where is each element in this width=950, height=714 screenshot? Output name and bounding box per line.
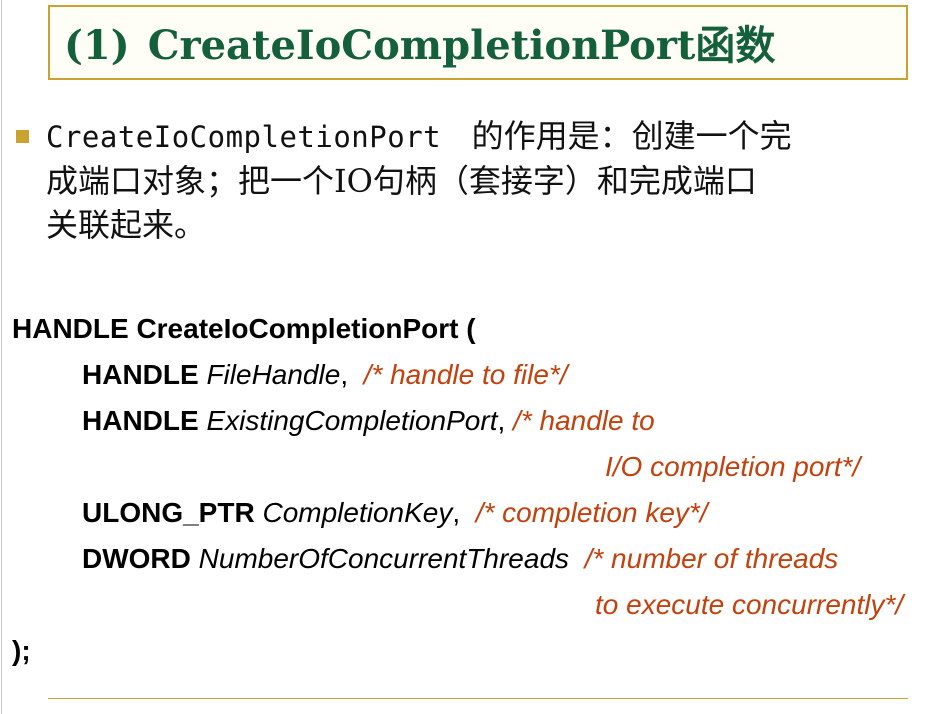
param-row: HANDLE FileHandle, /* handle to file*/ <box>82 359 568 391</box>
param-comment: /* handle to file*/ <box>363 359 568 390</box>
param-row: HANDLE ExistingCompletionPort, /* handle… <box>82 405 655 437</box>
bullet-square-icon <box>16 130 29 143</box>
title-number: (1) <box>64 22 130 69</box>
bottom-divider <box>48 698 908 699</box>
bullet-line-1: CreateIoCompletionPort 的作用是：创建一个完 <box>46 114 936 159</box>
bullet-line-1-rest: 的作用是：创建一个完 <box>471 117 792 155</box>
left-border-rule <box>1 0 2 714</box>
param-comment: /* completion key*/ <box>475 497 708 528</box>
param-type: HANDLE <box>82 359 199 390</box>
param-comment-continuation: I/O completion port*/ <box>605 451 861 482</box>
param-separator: , <box>340 359 349 390</box>
param-row: DWORD NumberOfConcurrentThreads /* numbe… <box>82 543 838 575</box>
param-comment: /* handle to <box>513 405 655 436</box>
param-separator: , <box>497 405 506 436</box>
param-name: CompletionKey <box>262 497 453 528</box>
param-type: ULONG_PTR <box>82 497 255 528</box>
function-signature: HANDLE CreateIoCompletionPort ( <box>12 313 476 344</box>
title-text: CreateIoCompletionPort函数 <box>147 22 776 69</box>
param-name: NumberOfConcurrentThreads <box>198 543 570 574</box>
slide-title-box: (1) CreateIoCompletionPort函数 <box>48 5 908 80</box>
param-separator: , <box>452 497 461 528</box>
param-comment: /* number of threads <box>584 543 839 574</box>
param-row: ULONG_PTR CompletionKey, /* completion k… <box>82 497 708 529</box>
bullet-line-3: 关联起来。 <box>46 206 207 244</box>
param-name: ExistingCompletionPort <box>206 405 498 436</box>
bullet-paragraph: CreateIoCompletionPort 的作用是：创建一个完 成端口对象；… <box>46 114 936 247</box>
param-type: HANDLE <box>82 405 199 436</box>
bullet-function-name: CreateIoCompletionPort <box>46 120 442 154</box>
param-name: FileHandle <box>206 359 341 390</box>
bullet-line-2: 成端口对象；把一个IO句柄（套接字）和完成端口 <box>46 162 757 200</box>
param-type: DWORD <box>82 543 191 574</box>
closing-paren: ); <box>12 635 31 666</box>
param-comment-continuation: to execute concurrently*/ <box>595 589 904 620</box>
slide-title: (1) CreateIoCompletionPort函数 <box>64 13 775 71</box>
